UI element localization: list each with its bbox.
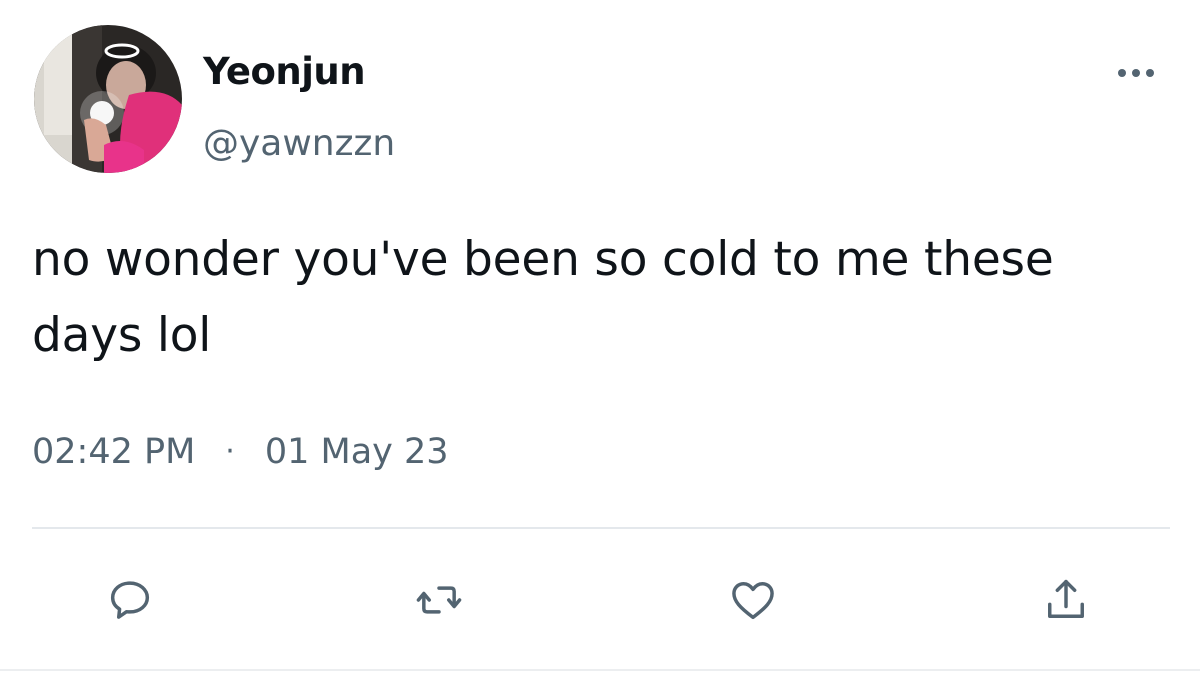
avatar-image: [34, 25, 182, 173]
meta-separator: ·: [225, 434, 235, 469]
tweet-date[interactable]: 01 May 23: [265, 422, 449, 482]
avatar[interactable]: [34, 25, 182, 173]
share-icon: [1048, 579, 1084, 618]
retweet-button[interactable]: [411, 572, 467, 628]
display-name[interactable]: Yeonjun: [203, 48, 366, 96]
tweet-timestamp: 02:42 PM · 01 May 23: [32, 422, 449, 482]
more-options-button[interactable]: [1112, 58, 1162, 88]
tweet-text: no wonder you've been so cold to me thes…: [32, 232, 1054, 363]
share-button[interactable]: [1038, 572, 1094, 628]
more-icon: [1118, 69, 1154, 77]
bottom-divider: [0, 669, 1200, 671]
like-button[interactable]: [725, 572, 781, 628]
retweet-icon: [416, 586, 462, 614]
user-handle[interactable]: @yawnzzn: [203, 120, 395, 168]
divider: [32, 527, 1170, 529]
reply-button[interactable]: [102, 572, 158, 628]
reply-icon: [110, 581, 150, 619]
tweet-time[interactable]: 02:42 PM: [32, 422, 195, 482]
like-icon: [732, 582, 774, 620]
